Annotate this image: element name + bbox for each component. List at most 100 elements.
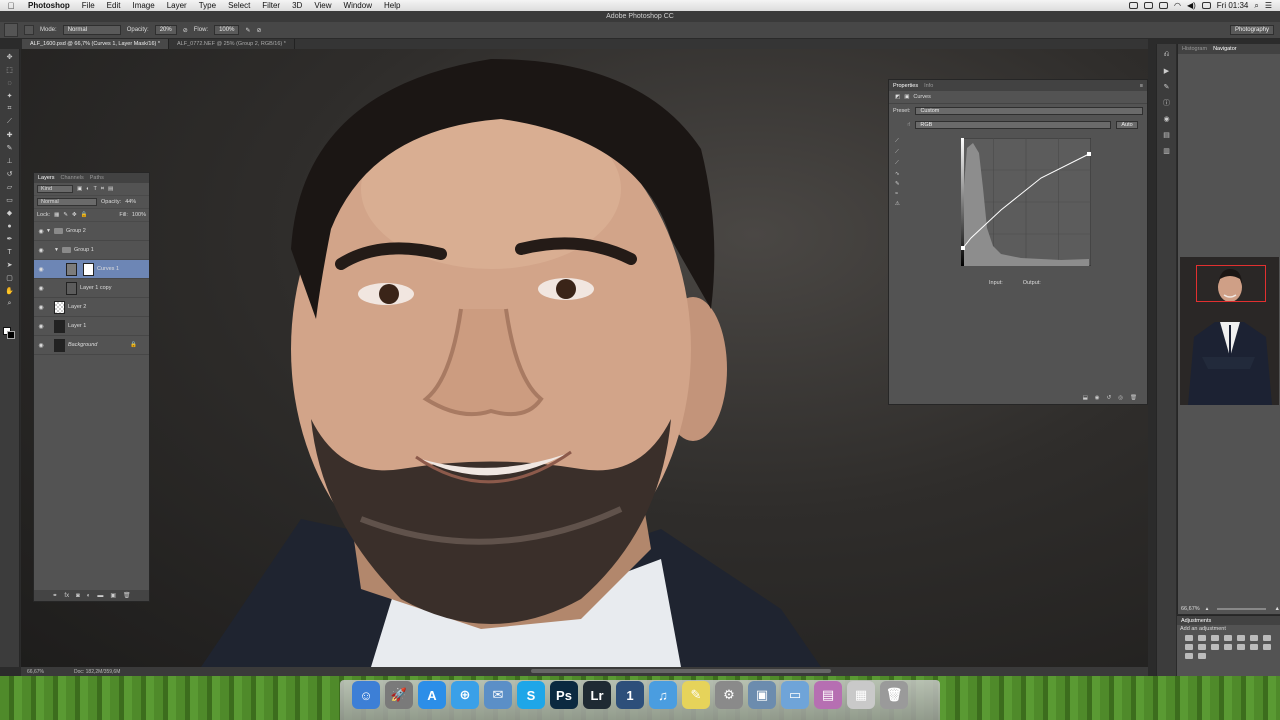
dock-app-store-icon[interactable]: A [418, 681, 446, 709]
selective-color-icon[interactable] [1198, 653, 1206, 659]
zoom-out-icon[interactable]: ▴ [1206, 606, 1209, 612]
menu-file[interactable]: File [76, 0, 101, 11]
tab-channels[interactable]: Channels [61, 175, 84, 181]
brightness-contrast-icon[interactable] [1185, 635, 1193, 641]
zoom-in-icon[interactable]: ▲ [1275, 606, 1280, 612]
bluetooth-icon[interactable] [1158, 2, 1168, 9]
menu-image[interactable]: Image [126, 0, 160, 11]
channel-select[interactable]: RGB [915, 121, 1112, 129]
move-tool-icon[interactable]: ✥ [4, 52, 16, 62]
quick-select-tool-icon[interactable]: ✦ [4, 91, 16, 101]
menu-view[interactable]: View [308, 0, 337, 11]
layer-mask-thumbnail[interactable] [83, 262, 94, 276]
preset-select[interactable]: Custom [915, 107, 1143, 115]
color-balance-icon[interactable] [1263, 635, 1271, 641]
panel-menu-icon[interactable]: ≡ [1140, 83, 1143, 89]
dock-preview-icon[interactable]: ▣ [748, 681, 776, 709]
tab-info[interactable]: Info [924, 83, 933, 89]
history-icon[interactable]: ⎌ [1161, 50, 1173, 60]
path-select-tool-icon[interactable]: ➤ [4, 260, 16, 270]
layer-row-layer-1-copy[interactable]: ◉ Layer 1 copy [34, 279, 149, 298]
layer-name[interactable]: Layer 1 [68, 323, 86, 329]
lock-pixels-icon[interactable]: ▦ [54, 212, 59, 218]
dock-folder-icon[interactable]: ▭ [781, 681, 809, 709]
channel-mixer-icon[interactable] [1211, 644, 1219, 650]
dropbox-icon[interactable] [1128, 2, 1138, 9]
wifi-icon[interactable]: ◠ [1174, 1, 1181, 10]
airbrush-icon[interactable]: ✎ [245, 27, 250, 34]
curves-icon[interactable] [1211, 635, 1219, 641]
tab-layers[interactable]: Layers [38, 175, 55, 181]
navigator-thumbnail[interactable] [1180, 257, 1279, 405]
channels-icon[interactable]: ▤ [1161, 130, 1173, 140]
menu-3d[interactable]: 3D [286, 0, 308, 11]
visibility-eye-icon[interactable]: ◉ [36, 228, 46, 235]
menu-help[interactable]: Help [378, 0, 406, 11]
clip-to-layer-icon[interactable]: ⬓ [1083, 395, 1088, 401]
pressure-size-icon[interactable]: ⊘ [256, 27, 261, 34]
volume-icon[interactable]: ◀) [1187, 1, 1196, 10]
status-zoom[interactable]: 66,67% [27, 669, 44, 675]
doc-tab-2[interactable]: ALF_0772.NEF @ 25% (Group 2, RGB/16) * [169, 39, 295, 49]
smooth-icon[interactable]: ≈ [895, 191, 900, 197]
curves-graph[interactable] [961, 138, 1091, 266]
dock-launchpad-icon[interactable]: 🚀 [385, 681, 413, 709]
filter-type-icon[interactable]: T [94, 186, 97, 192]
menu-type[interactable]: Type [193, 0, 222, 11]
shape-tool-icon[interactable]: ▢ [4, 273, 16, 283]
battery-icon[interactable] [1201, 2, 1211, 9]
fill-field[interactable]: 100% [132, 212, 146, 218]
filter-pixel-icon[interactable]: ▣ [77, 186, 82, 192]
menu-edit[interactable]: Edit [101, 0, 127, 11]
new-layer-icon[interactable]: ▣ [110, 592, 116, 599]
doc-tab-1[interactable]: ALF_1600.psd @ 66,7% (Curves 1, Layer Ma… [22, 39, 170, 49]
photo-filter-icon[interactable] [1198, 644, 1206, 650]
eyedropper-tool-icon[interactable]: ⟋ [4, 117, 16, 127]
healing-brush-tool-icon[interactable]: ✚ [4, 130, 16, 140]
brush-tool-icon[interactable]: ✎ [4, 143, 16, 153]
dock-safari-icon[interactable]: ⊕ [451, 681, 479, 709]
dock-system-preferences-icon[interactable]: ⚙ [715, 681, 743, 709]
pressure-opacity-icon[interactable]: ⊘ [183, 27, 188, 34]
lasso-tool-icon[interactable]: ◌ [4, 78, 16, 88]
layer-row-group-2[interactable]: ◉ ▼ Group 2 [34, 222, 149, 241]
eyedropper-white-icon[interactable]: ⟋ [895, 160, 900, 167]
styles-icon[interactable]: ◉ [1161, 114, 1173, 124]
curve-point-tool-icon[interactable]: ∿ [895, 171, 900, 177]
kind-filter-select[interactable]: Kind [37, 185, 73, 193]
filter-smart-icon[interactable]: ▤ [108, 186, 113, 192]
visibility-eye-icon[interactable]: ◉ [36, 266, 46, 273]
dock-archive-icon[interactable]: ▤ [814, 681, 842, 709]
menu-window[interactable]: Window [338, 0, 378, 11]
menu-layer[interactable]: Layer [161, 0, 193, 11]
notification-center-icon[interactable]: ☰ [1265, 1, 1272, 10]
color-lookup-icon[interactable] [1224, 644, 1232, 650]
apple-icon[interactable]:  [0, 1, 22, 11]
type-tool-icon[interactable]: T [4, 247, 16, 257]
navigator-view-box[interactable] [1196, 265, 1266, 302]
black-white-icon[interactable] [1185, 644, 1193, 650]
visibility-eye-icon[interactable]: ◉ [36, 342, 46, 349]
dock-1password-icon[interactable]: 1 [616, 681, 644, 709]
horizontal-scrollbar[interactable] [531, 669, 831, 673]
layer-opacity-field[interactable]: 44% [125, 199, 136, 205]
blend-mode-select[interactable]: Normal [37, 198, 97, 206]
add-mask-icon[interactable]: ◙ [76, 593, 80, 599]
pen-tool-icon[interactable]: ✒ [4, 234, 16, 244]
disclosure-icon[interactable]: ▼ [46, 228, 51, 234]
tab-adjustments[interactable]: Adjustments [1181, 618, 1211, 624]
reset-icon[interactable]: ↺ [1107, 395, 1112, 401]
exposure-icon[interactable] [1224, 635, 1232, 641]
clock[interactable]: Fri 01:34 [1217, 1, 1249, 10]
brush-settings-icon[interactable]: ✎ [1161, 82, 1173, 92]
vibrance-icon[interactable] [1237, 635, 1245, 641]
marquee-tool-icon[interactable]: ⬚ [4, 65, 16, 75]
timemachine-icon[interactable] [1143, 2, 1153, 9]
toggle-visibility-icon[interactable]: ◎ [1118, 395, 1123, 401]
actions-icon[interactable]: ▶ [1161, 66, 1173, 76]
tab-properties[interactable]: Properties [893, 83, 918, 89]
dodge-tool-icon[interactable]: ● [4, 221, 16, 231]
dock-itunes-icon[interactable]: ♫ [649, 681, 677, 709]
paths-icon[interactable]: ▥ [1161, 146, 1173, 156]
tab-paths[interactable]: Paths [90, 175, 104, 181]
